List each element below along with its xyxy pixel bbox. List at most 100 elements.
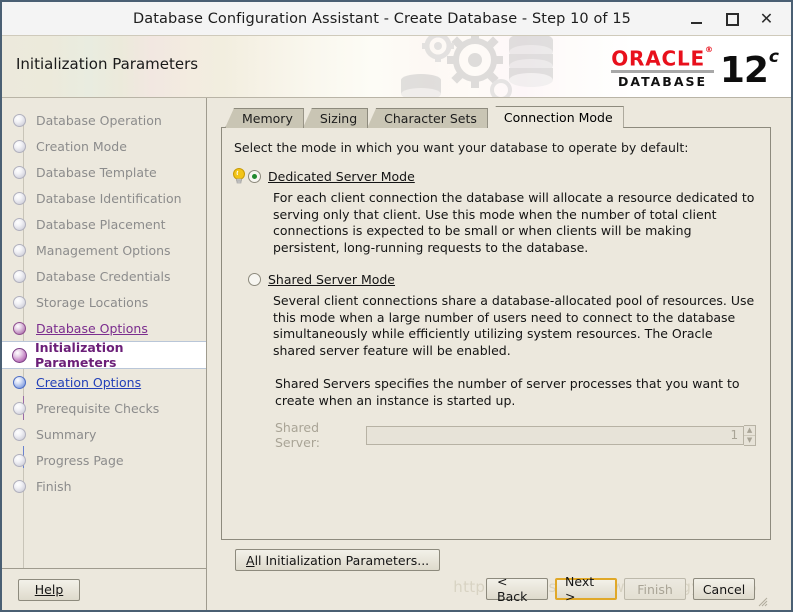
tab-memory[interactable]: Memory [225,108,304,128]
oracle-product-text: DATABASE [617,74,708,90]
step-bullet-icon [13,375,26,389]
sidebar-item-finish[interactable]: Finish [2,473,206,499]
dedicated-server-mode-radio[interactable] [248,170,261,183]
tab-connection-mode[interactable]: Connection Mode [486,106,624,128]
step-bullet-icon [13,295,26,309]
step-bullet-icon [12,347,27,363]
next-button[interactable]: Next > [555,574,617,604]
registered-mark-icon: ® [705,44,714,54]
sidebar-item-database-template[interactable]: Database Template [2,159,206,185]
sidebar-item-database-options[interactable]: Database Options [2,315,206,341]
all-initialization-parameters-button[interactable]: All Initialization Parameters... [235,549,441,571]
sidebar-item-label: Finish [36,478,72,494]
window-controls: ✕ [688,10,791,27]
tab-label: Connection Mode [503,110,613,125]
sidebar-item-label: Management Options [36,242,171,258]
wizard-sidebar: Database Operation Creation Mode Databas… [2,98,207,610]
logo-divider [611,70,714,74]
tab-label: Memory [242,111,293,126]
sidebar-item-label: Creation Options [36,374,142,390]
sidebar-item-label: Database Options [36,320,148,336]
database-gears-graphic [401,36,553,97]
shared-servers-note: Shared Servers specifies the number of s… [275,376,740,408]
step-bullet-icon [13,269,26,283]
sidebar-item-progress-page[interactable]: Progress Page [2,447,206,473]
step-bullet-icon [13,321,26,335]
step-bullet-icon [13,165,26,179]
maximize-icon[interactable] [723,10,740,27]
tab-character-sets[interactable]: Character Sets [367,108,488,128]
shared-server-mode-label: Shared Server Mode [268,272,396,287]
sidebar-item-summary[interactable]: Summary [2,421,206,447]
step-bullet-icon [13,401,26,415]
step-bullet-icon [13,217,26,231]
tab-label: Character Sets [384,111,477,126]
content-area: Database Operation Creation Mode Databas… [2,98,791,610]
wizard-step-list: Database Operation Creation Mode Databas… [2,107,206,499]
sidebar-item-creation-mode[interactable]: Creation Mode [2,133,206,159]
shared-server-mode-radio[interactable] [248,273,261,286]
dbca-window: Database Configuration Assistant - Creat… [0,0,793,612]
sidebar-item-label: Database Operation [36,112,162,128]
help-button[interactable]: Help [18,578,80,601]
shared-server-field-row: Shared Server: 1 ▲ ▼ [275,420,756,450]
sidebar-item-database-operation[interactable]: Database Operation [2,107,206,133]
page-title: Initialization Parameters [16,55,199,73]
sidebar-item-database-identification[interactable]: Database Identification [2,185,206,211]
connection-mode-panel: Select the mode in which you want your d… [221,127,771,540]
hint-bulb-icon [233,168,245,184]
sidebar-item-storage-locations[interactable]: Storage Locations [2,289,206,315]
shared-server-mode-description: Several client connections share a datab… [273,293,755,358]
sidebar-item-database-placement[interactable]: Database Placement [2,211,206,237]
sidebar-item-label: Prerequisite Checks [36,400,160,416]
step-bullet-icon [13,479,26,493]
sidebar-item-label: Database Placement [36,216,166,232]
tab-strip: Memory Sizing Character Sets Connection … [221,106,771,128]
wizard-footer: All Initialization Parameters... http://… [221,540,771,610]
shared-server-mode-row[interactable]: Shared Server Mode [232,272,756,288]
close-icon[interactable]: ✕ [758,10,775,27]
all-params-label: All Initialization Parameters... [246,552,430,568]
step-bullet-icon [13,427,26,441]
resize-grip-icon[interactable] [756,595,768,607]
tab-label: Sizing [319,111,358,126]
oracle-brand-text: ORACLE® [611,44,714,71]
step-bullet-icon [13,113,26,127]
sidebar-item-initialization-parameters[interactable]: Initialization Parameters [2,340,206,370]
step-bullet-icon [13,453,26,467]
sidebar-item-label: Database Identification [36,190,182,206]
panel-instruction: Select the mode in which you want your d… [234,140,689,155]
sidebar-item-label: Progress Page [36,452,124,468]
navigation-buttons: < Back Next > Finish Cancel [486,574,755,604]
sidebar-item-label: Summary [36,426,97,442]
dedicated-server-mode-label: Dedicated Server Mode [268,169,415,184]
step-bullet-icon [13,139,26,153]
dedicated-server-mode-row[interactable]: Dedicated Server Mode [232,168,756,185]
sidebar-item-management-options[interactable]: Management Options [2,237,206,263]
stepper-up-icon[interactable]: ▲ [744,426,755,436]
window-title: Database Configuration Assistant - Creat… [133,10,631,27]
dedicated-server-mode-description: For each client connection the database … [273,190,755,255]
minimize-icon[interactable] [688,10,705,27]
sidebar-item-prerequisite-checks[interactable]: Prerequisite Checks [2,395,206,421]
main-panel: Memory Sizing Character Sets Connection … [207,98,791,610]
sidebar-item-database-credentials[interactable]: Database Credentials [2,263,206,289]
cancel-button[interactable]: Cancel [693,578,755,600]
shared-server-field-label: Shared Server: [275,420,320,450]
sidebar-item-label: Creation Mode [36,138,127,154]
oracle-wordmark: ORACLE® DATABASE [611,44,714,90]
sidebar-item-label: Database Template [36,164,157,180]
sidebar-item-creation-options[interactable]: Creation Options [2,369,206,395]
title-bar: Database Configuration Assistant - Creat… [2,2,791,36]
shared-server-stepper[interactable]: ▲ ▼ [744,424,756,446]
page-banner: Initialization Parameters ORACLE® DATABA… [2,36,791,98]
sidebar-item-label: Storage Locations [36,294,149,310]
back-button[interactable]: < Back [486,574,548,604]
shared-server-input[interactable]: 1 [365,425,745,445]
step-bullet-icon [13,243,26,257]
tab-sizing[interactable]: Sizing [302,108,369,128]
step-bullet-icon [13,191,26,205]
oracle-version-text: 12c [719,46,779,91]
sidebar-footer: Help [2,568,206,610]
stepper-down-icon[interactable]: ▼ [744,436,755,445]
